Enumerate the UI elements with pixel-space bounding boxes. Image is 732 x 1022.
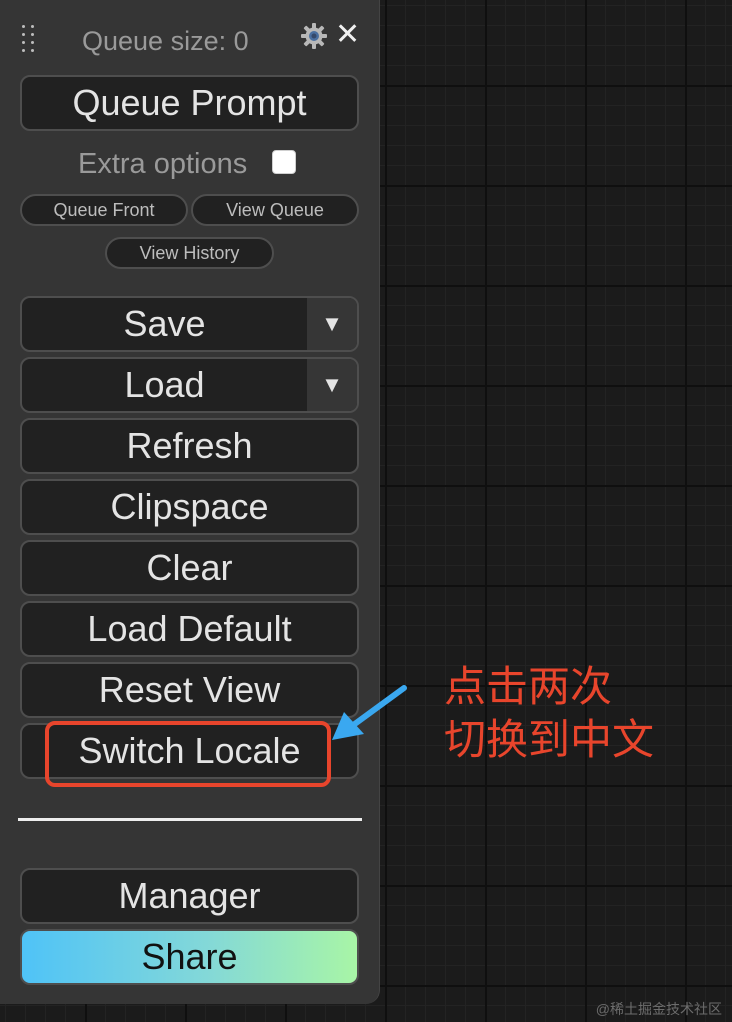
queue-size-label: Queue size: 0 [82, 26, 249, 56]
load-dropdown-arrow-icon[interactable]: ▼ [307, 359, 357, 411]
load-default-button[interactable]: Load Default [20, 601, 359, 657]
annotation-highlight-box [45, 721, 331, 787]
close-icon[interactable]: ✕ [335, 20, 360, 50]
load-split-button: Load ▼ [20, 357, 359, 413]
save-button[interactable]: Save [22, 298, 307, 350]
view-queue-button[interactable]: View Queue [191, 194, 359, 226]
clear-button[interactable]: Clear [20, 540, 359, 596]
share-button[interactable]: Share [20, 929, 359, 985]
refresh-button[interactable]: Refresh [20, 418, 359, 474]
drag-handle-icon[interactable] [22, 25, 36, 52]
view-history-button[interactable]: View History [105, 237, 274, 269]
comfy-menu-panel: Queue size: 0 ✕ Queue Prompt Extra optio… [0, 0, 380, 1004]
save-dropdown-arrow-icon[interactable]: ▼ [307, 298, 357, 350]
annotation-text-line1: 点击两次 [444, 662, 613, 711]
reset-view-button[interactable]: Reset View [20, 662, 359, 718]
extra-options-checkbox[interactable] [272, 150, 296, 174]
load-button[interactable]: Load [22, 359, 307, 411]
queue-prompt-button[interactable]: Queue Prompt [20, 75, 359, 131]
extra-options-label: Extra options [78, 148, 248, 180]
gear-icon[interactable] [300, 22, 328, 50]
save-split-button: Save ▼ [20, 296, 359, 352]
annotation-arrow-icon [332, 685, 407, 740]
annotation-text-line2: 切换到中文 [444, 715, 655, 764]
menu-divider [18, 818, 362, 821]
watermark-text: @稀土掘金技术社区 [595, 1001, 722, 1017]
manager-button[interactable]: Manager [20, 868, 359, 924]
clipspace-button[interactable]: Clipspace [20, 479, 359, 535]
queue-front-button[interactable]: Queue Front [20, 194, 188, 226]
